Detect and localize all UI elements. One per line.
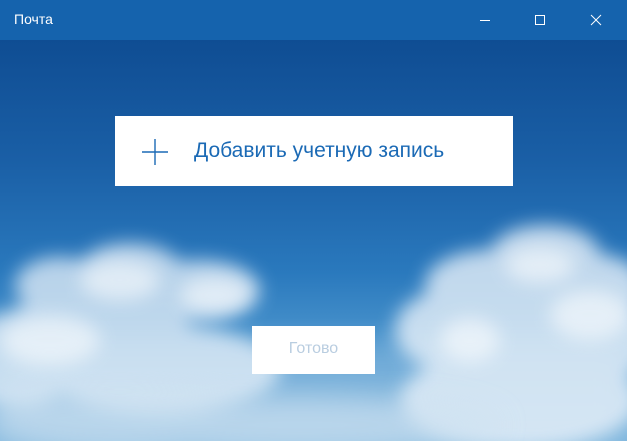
mail-window: Почта Добавить учетную запись Готово <box>0 0 627 441</box>
sky-background <box>0 40 627 441</box>
maximize-icon <box>535 15 545 25</box>
done-button[interactable]: Готово <box>252 326 375 374</box>
plus-icon <box>142 139 168 165</box>
title-bar[interactable]: Почта <box>0 0 627 40</box>
minimize-button[interactable] <box>462 0 508 40</box>
close-button[interactable] <box>573 0 619 40</box>
minimize-icon <box>480 20 490 21</box>
close-icon <box>590 14 602 26</box>
maximize-button[interactable] <box>517 0 563 40</box>
window-title: Почта <box>14 11 53 27</box>
add-account-label: Добавить учетную запись <box>194 139 445 162</box>
add-account-button[interactable]: Добавить учетную запись <box>115 116 513 186</box>
done-label: Готово <box>288 340 339 357</box>
clouds-illustration <box>0 225 627 441</box>
